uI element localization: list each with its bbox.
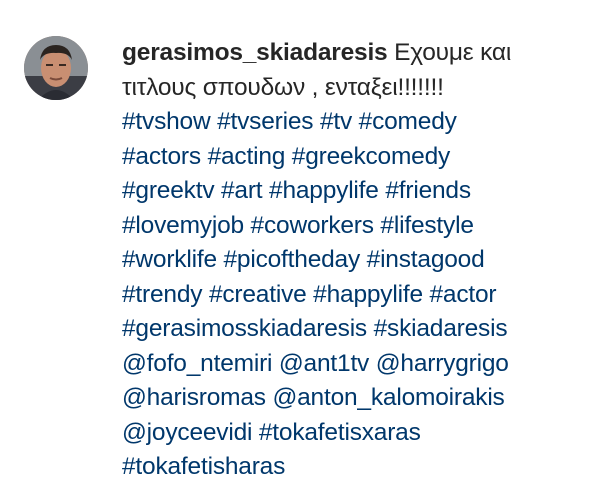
tag-line: #tvshow #tvseries #tv #comedy (122, 105, 582, 140)
hashtag-link[interactable]: #lovemyjob (122, 212, 244, 239)
hashtag-link[interactable]: #happylife (313, 281, 423, 308)
hashtag-link[interactable]: #happylife (269, 177, 379, 204)
hashtag-link[interactable]: #gerasimosskiadaresis (122, 315, 367, 342)
hashtag-link[interactable]: #coworkers (251, 212, 374, 239)
tag-line: #actors #acting #greekcomedy (122, 140, 582, 175)
hashtag-link[interactable]: #greekcomedy (292, 143, 451, 170)
hashtag-link[interactable]: #tokafetisxaras (259, 419, 421, 446)
hashtag-link[interactable]: #lifestyle (380, 212, 474, 239)
tag-line: #greektv #art #happylife #friends (122, 174, 582, 209)
comment-body: gerasimos_skiadaresis Εχουμε και τιτλους… (122, 36, 582, 485)
hashtag-link[interactable]: #greektv (122, 177, 215, 204)
hashtag-link[interactable]: #worklife (122, 246, 217, 273)
profile-photo (24, 36, 88, 100)
tag-line: @fofo_ntemiri @ant1tv @harrygrigo (122, 347, 582, 382)
hashtag-link[interactable]: #instagood (367, 246, 485, 273)
tag-line: #tokafetisharas (122, 450, 582, 485)
hashtag-link[interactable]: #tokafetisharas (122, 453, 285, 480)
caption-text-line-2: τιτλους σπουδων , ενταξει!!!!!!! (122, 73, 444, 101)
tag-line: @joyceevidi #tokafetisxaras (122, 416, 582, 451)
comment-line-1: gerasimos_skiadaresis Εχουμε και (122, 36, 582, 71)
hashtag-link[interactable]: #trendy (122, 281, 203, 308)
mention-link[interactable]: @ant1tv (279, 350, 369, 377)
avatar[interactable] (24, 36, 88, 100)
hashtag-link[interactable]: #tvseries (217, 108, 313, 135)
username-link[interactable]: gerasimos_skiadaresis (122, 39, 388, 66)
mention-link[interactable]: @harisromas (122, 384, 266, 411)
hashtag-link[interactable]: #acting (208, 143, 286, 170)
hashtag-link[interactable]: #comedy (359, 108, 457, 135)
hashtag-link[interactable]: #picoftheday (223, 246, 360, 273)
hashtag-link[interactable]: #actors (122, 143, 201, 170)
mention-link[interactable]: @fofo_ntemiri (122, 350, 272, 377)
tag-line: #lovemyjob #coworkers #lifestyle (122, 209, 582, 244)
comment: gerasimos_skiadaresis Εχουμε και τιτλους… (0, 0, 596, 500)
hashtag-link[interactable]: #tvshow (122, 108, 211, 135)
hashtag-link[interactable]: #actor (429, 281, 496, 308)
hashtag-link[interactable]: #friends (385, 177, 471, 204)
hashtag-link[interactable]: #skiadaresis (374, 315, 508, 342)
hashtag-link[interactable]: #art (221, 177, 263, 204)
hashtag-mention-list: #tvshow #tvseries #tv #comedy #actors #ac… (122, 105, 582, 485)
mention-link[interactable]: @harrygrigo (376, 350, 509, 377)
hashtag-link[interactable]: #creative (209, 281, 307, 308)
tag-line: #trendy #creative #happylife #actor (122, 278, 582, 313)
tag-line: #worklife #picoftheday #instagood (122, 243, 582, 278)
hashtag-link[interactable]: #tv (320, 108, 352, 135)
mention-link[interactable]: @anton_kalomoirakis (272, 384, 504, 411)
tag-line: #gerasimosskiadaresis #skiadaresis (122, 312, 582, 347)
tag-line: @harisromas @anton_kalomoirakis (122, 381, 582, 416)
mention-link[interactable]: @joyceevidi (122, 419, 252, 446)
caption-text: Εχουμε και (394, 39, 512, 66)
